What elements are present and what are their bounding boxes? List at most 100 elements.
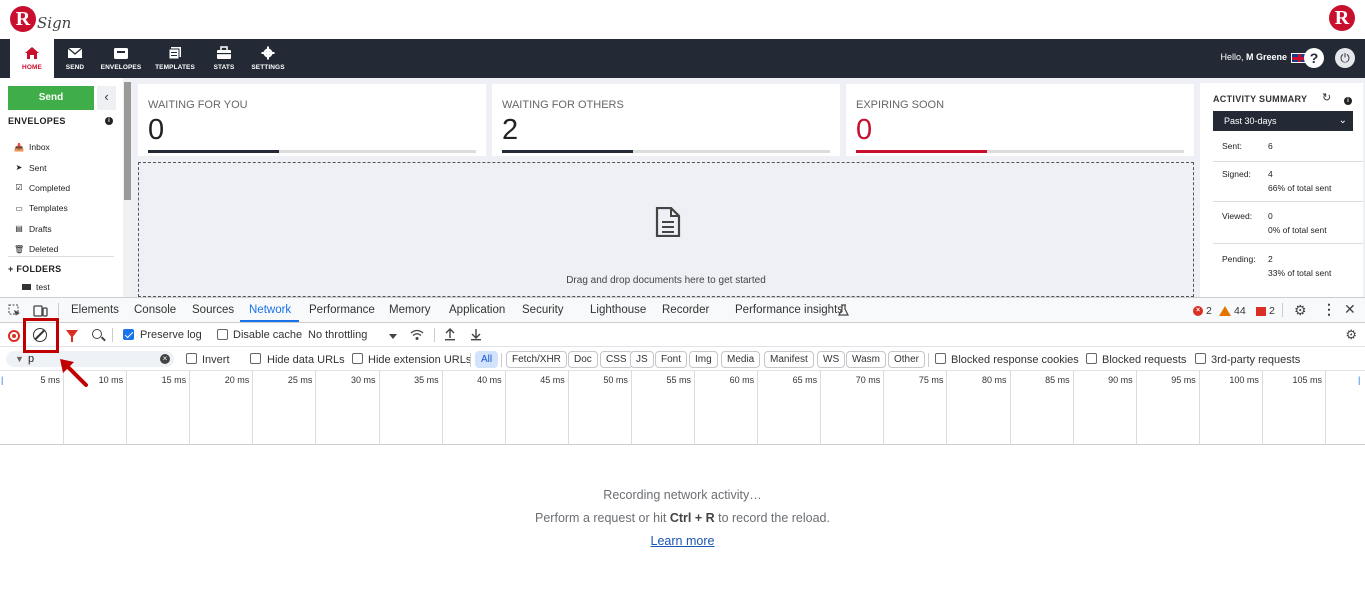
- folder-label: test: [36, 282, 50, 292]
- type-filter-font[interactable]: Font: [655, 351, 688, 368]
- stat-waiting-for-you[interactable]: WAITING FOR YOU 0: [138, 84, 486, 156]
- search-icon[interactable]: [92, 329, 102, 339]
- paper-plane-icon: ➤: [15, 163, 23, 173]
- import-har-icon[interactable]: [444, 328, 456, 341]
- tab-performance[interactable]: Performance: [309, 304, 375, 316]
- tab-console[interactable]: Console: [134, 304, 176, 316]
- third-party-checkbox[interactable]: [1195, 353, 1206, 364]
- stat-waiting-for-others[interactable]: WAITING FOR OTHERS 2: [492, 84, 840, 156]
- tab-lighthouse[interactable]: Lighthouse: [590, 304, 646, 316]
- error-icon: ×: [1193, 306, 1203, 316]
- sidebar-item-templates[interactable]: ▭ Templates: [14, 198, 114, 218]
- more-options-icon[interactable]: ⋮: [1322, 301, 1336, 318]
- stat-progress-bar: [502, 150, 830, 153]
- blocked-requests-checkbox[interactable]: [1086, 353, 1097, 364]
- tab-security[interactable]: Security: [522, 304, 564, 316]
- reload-shortcut: Ctrl + R: [669, 511, 715, 525]
- nav-settings-label: SETTINGS: [251, 64, 285, 71]
- activity-card: ACTIVITY SUMMARY ↻ i Past 30-days ⌄ Sent…: [1200, 83, 1363, 297]
- timeline-gridline: [1325, 371, 1326, 445]
- tab-recorder[interactable]: Recorder: [662, 304, 709, 316]
- type-filter-css[interactable]: CSS: [600, 351, 633, 368]
- throttling-select[interactable]: No throttling: [308, 329, 367, 341]
- filter-icon: ▼: [15, 354, 24, 364]
- type-filter-media[interactable]: Media: [721, 351, 761, 368]
- export-har-icon[interactable]: [470, 328, 482, 341]
- type-filter-fetch-xhr[interactable]: Fetch/XHR: [506, 351, 567, 368]
- warning-count-badge[interactable]: 44: [1219, 305, 1246, 317]
- info-icon[interactable]: i: [105, 117, 113, 125]
- stat-progress-bar: [856, 150, 1184, 153]
- record-button[interactable]: [8, 330, 20, 342]
- disable-cache-checkbox[interactable]: [217, 329, 228, 340]
- tab-network[interactable]: Network: [249, 304, 291, 316]
- inspect-element-icon[interactable]: [8, 304, 21, 317]
- sidebar-item-label: Inbox: [29, 142, 50, 153]
- type-filter-img[interactable]: Img: [689, 351, 718, 368]
- network-timeline-overview[interactable]: | | 5 ms 10 ms 15 ms 20 ms 25 ms 30 ms 35 ms 40…: [0, 371, 1365, 445]
- scrollbar-thumb[interactable]: [124, 82, 131, 200]
- tab-elements[interactable]: Elements: [71, 304, 119, 316]
- row-key: Viewed:: [1222, 211, 1253, 221]
- period-select[interactable]: Past 30-days ⌄: [1213, 111, 1353, 131]
- filter-toggle-icon[interactable]: [66, 330, 78, 342]
- hide-extension-urls-checkbox[interactable]: [352, 353, 363, 364]
- nav-home[interactable]: HOME: [10, 39, 54, 78]
- type-filter-manifest[interactable]: Manifest: [764, 351, 814, 368]
- learn-more-link[interactable]: Learn more: [651, 534, 715, 548]
- devtools-settings-icon[interactable]: ⚙: [1294, 302, 1307, 319]
- issues-count-badge[interactable]: 2: [1256, 305, 1275, 317]
- nav-settings[interactable]: SETTINGS: [246, 39, 290, 78]
- chevron-down-icon[interactable]: [389, 334, 397, 339]
- timeline-right-handle[interactable]: |: [1358, 375, 1360, 385]
- blocked-cookies-checkbox[interactable]: [935, 353, 946, 364]
- error-count-badge[interactable]: × 2: [1193, 305, 1212, 317]
- refresh-icon[interactable]: ↻: [1322, 91, 1331, 104]
- tab-sources[interactable]: Sources: [192, 304, 234, 316]
- add-folder-button[interactable]: + FOLDERS: [8, 264, 61, 274]
- sidebar-folder-test[interactable]: test: [22, 282, 50, 292]
- clear-filter-icon[interactable]: ×: [160, 354, 170, 364]
- document-dropzone[interactable]: Drag and drop documents here to get star…: [138, 162, 1194, 297]
- preserve-log-checkbox[interactable]: [123, 329, 134, 340]
- help-button[interactable]: ?: [1304, 48, 1324, 68]
- nav-envelopes[interactable]: ENVELOPES: [99, 39, 143, 78]
- send-button[interactable]: Send: [8, 86, 94, 110]
- row-subtext: 0% of total sent: [1268, 225, 1327, 235]
- tab-application[interactable]: Application: [449, 304, 505, 316]
- nav-templates[interactable]: TEMPLATES: [153, 39, 197, 78]
- filter-input[interactable]: [28, 352, 158, 366]
- close-devtools-icon[interactable]: ✕: [1344, 301, 1356, 318]
- network-settings-icon[interactable]: ⚙: [1345, 327, 1357, 343]
- logout-button[interactable]: ⏻: [1335, 48, 1355, 68]
- rsign-logo[interactable]: R Sign: [10, 4, 71, 34]
- nav-send[interactable]: SEND: [53, 39, 97, 78]
- device-toolbar-icon[interactable]: [33, 304, 48, 317]
- chevron-down-icon: ⌄: [1338, 115, 1347, 126]
- info-icon[interactable]: i: [1344, 97, 1352, 105]
- timeline-tick-label: 45 ms: [540, 375, 565, 385]
- network-conditions-icon[interactable]: [410, 329, 424, 341]
- stat-expiring-soon[interactable]: EXPIRING SOON 0: [846, 84, 1194, 156]
- sidebar-item-drafts[interactable]: ▤ Drafts: [14, 219, 114, 239]
- hide-data-urls-checkbox[interactable]: [250, 353, 261, 364]
- tab-memory[interactable]: Memory: [389, 304, 431, 316]
- sidebar-item-completed[interactable]: ☑ Completed: [14, 178, 114, 198]
- nav-stats[interactable]: STATS: [202, 39, 246, 78]
- sidebar-item-sent[interactable]: ➤ Sent: [14, 157, 114, 177]
- type-filter-other[interactable]: Other: [888, 351, 926, 368]
- type-filter-js[interactable]: JS: [630, 351, 654, 368]
- collapse-sidebar-button[interactable]: ‹: [97, 86, 116, 110]
- type-filter-wasm[interactable]: Wasm: [846, 351, 886, 368]
- stat-value: 0: [148, 114, 165, 146]
- sidebar-item-label: Deleted: [29, 244, 59, 255]
- sidebar-scrollbar[interactable]: [123, 78, 132, 297]
- type-filter-ws[interactable]: WS: [817, 351, 846, 368]
- invert-checkbox[interactable]: [186, 353, 197, 364]
- timeline-tick-label: 15 ms: [161, 375, 187, 385]
- sidebar-item-inbox[interactable]: 📥 Inbox: [14, 137, 114, 157]
- type-filter-doc[interactable]: Doc: [568, 351, 598, 368]
- timeline-tick-label: 30 ms: [350, 375, 376, 385]
- tab-performance-insights[interactable]: Performance insights: [735, 304, 843, 316]
- type-filter-all[interactable]: All: [475, 351, 499, 368]
